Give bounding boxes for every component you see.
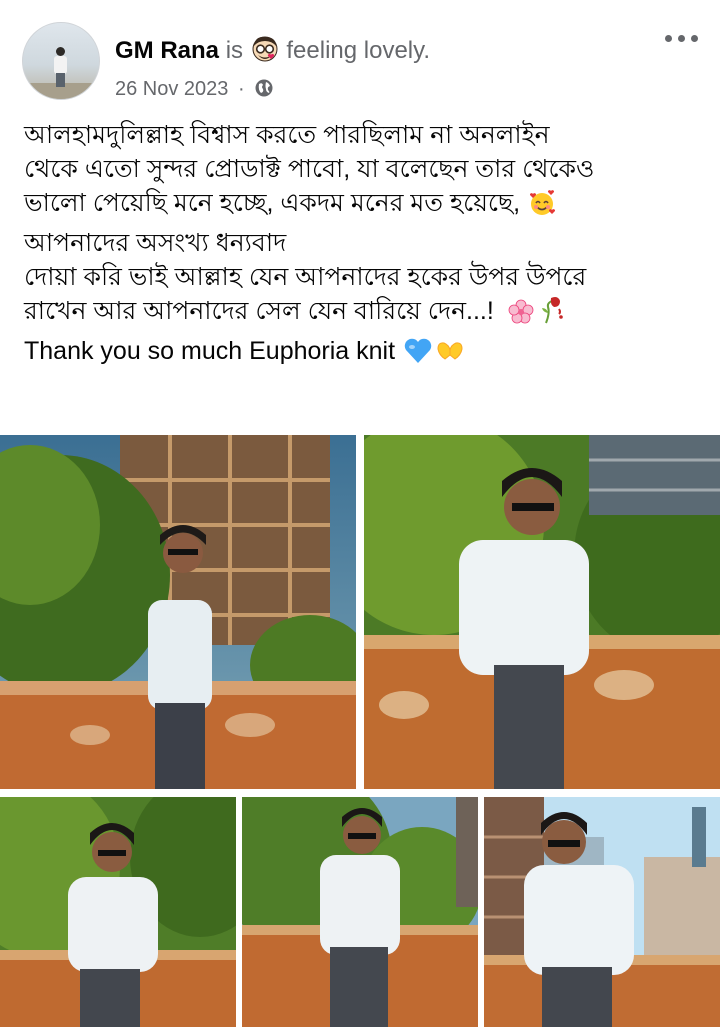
post-text-line-6: রাখেন আর আপনাদের সেল যেন বারিয়ে দেন...!	[24, 294, 704, 334]
feeling-text: feeling lovely.	[286, 37, 431, 64]
post-text-line-3: ভালো পেয়েছি মনে হচ্ছে, একদম মনের মত হয়…	[24, 186, 704, 226]
cherry-blossom-emoji-icon	[508, 299, 534, 334]
heart-hands-emoji-icon	[435, 339, 465, 374]
post-date[interactable]: 26 Nov 2023	[115, 78, 228, 100]
is-word: is	[225, 37, 244, 64]
post-text: আলহামদুলিল্লাহ বিশ্বাস করতে পারছিলাম না …	[24, 118, 704, 374]
post-photo-1[interactable]	[0, 435, 356, 789]
post-text-line: আপনাদের অসংখ্য ধন্যবাদ	[24, 229, 287, 257]
globe-icon[interactable]	[254, 78, 274, 104]
post-text-line: আলহামদুলিল্লাহ বিশ্বাস করতে পারছিলাম না …	[24, 121, 550, 149]
smiling-face-with-hearts-emoji-icon	[528, 189, 556, 226]
more-options-icon[interactable]	[664, 28, 702, 50]
post-photo-5[interactable]	[484, 797, 720, 1027]
post-title-line: GM Rana is feeling lovely.	[115, 34, 430, 72]
post-photo-2[interactable]	[364, 435, 720, 789]
post-photo-4[interactable]	[242, 797, 478, 1027]
smiling-face-with-glasses-emoji-icon	[250, 34, 280, 72]
post-text-line: থেকে এতো সুন্দর প্রোডাক্ট পাবো, যা বলেছে…	[24, 155, 595, 183]
wilted-rose-emoji-icon	[540, 295, 566, 334]
blue-heart-emoji-icon	[403, 337, 433, 374]
post-text-line-6-text: রাখেন আর আপনাদের সেল যেন বারিয়ে দেন...!	[24, 297, 494, 325]
post-text-line-7: Thank you so much Euphoria knit	[24, 334, 704, 374]
post-header: GM Rana is feeling lovely. 26 Nov 2023 ·	[0, 0, 720, 115]
post-meta: 26 Nov 2023 ·	[115, 78, 274, 104]
post-text-line-3-text: ভালো পেয়েছি মনে হচ্ছে, একদম মনের মত হয়…	[24, 189, 521, 217]
author-name[interactable]: GM Rana	[115, 37, 219, 64]
post-photo-3[interactable]	[0, 797, 236, 1027]
post-text-line: দোয়া করি ভাই আল্লাহ যেন আপনাদের হকের উপ…	[24, 263, 587, 291]
meta-separator: ·	[237, 78, 245, 100]
post-text-line-7-text: Thank you so much Euphoria knit	[24, 337, 396, 365]
avatar[interactable]	[22, 22, 100, 100]
